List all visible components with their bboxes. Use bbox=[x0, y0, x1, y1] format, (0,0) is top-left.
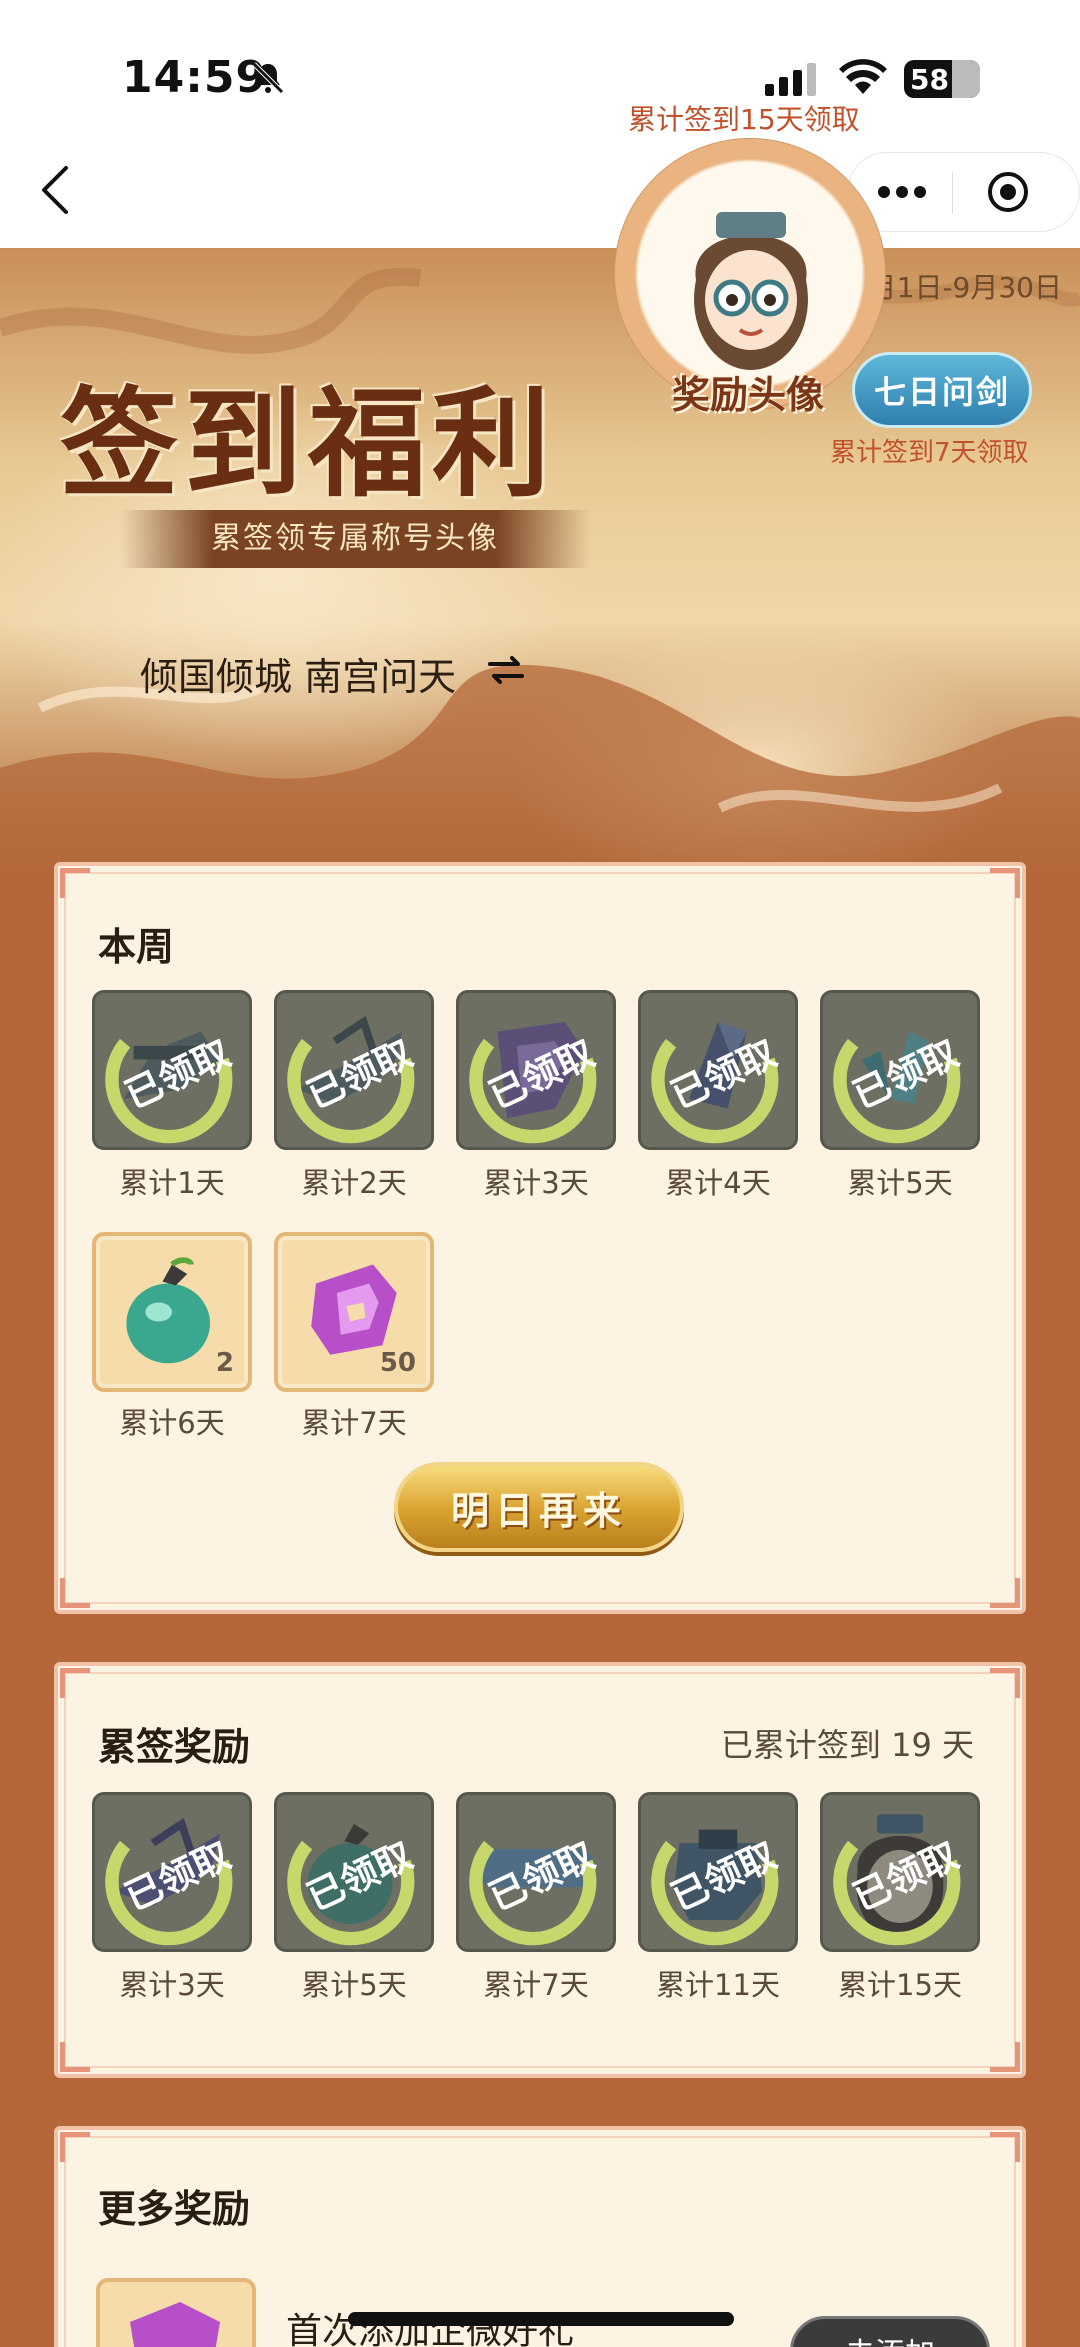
home-indicator bbox=[348, 2312, 734, 2326]
claimed-stamp-icon: 已领取 bbox=[105, 1032, 237, 1144]
tile-label: 累计7天 bbox=[301, 1406, 407, 1440]
tile-label: 累计7天 bbox=[483, 1968, 589, 2002]
avatar-note-bottom: 累计签到7天领取 bbox=[830, 438, 1029, 468]
tile-label: 累计1天 bbox=[119, 1166, 225, 1200]
banner: 本期活动时间：9月1日-9月30日 签到福利 累签领专属称号头像 倾国倾城 南宫… bbox=[0, 248, 1080, 868]
claimed-stamp-icon: 已领取 bbox=[833, 1032, 965, 1144]
capsule-divider bbox=[952, 172, 953, 214]
reward-tile[interactable]: 已领取 bbox=[274, 990, 434, 1150]
reward-tile[interactable]: 已领取 bbox=[456, 1792, 616, 1952]
avatar-label: 奖励头像 bbox=[672, 372, 825, 417]
bell-muted-icon bbox=[252, 62, 284, 94]
reward-tile[interactable]: 已领取 bbox=[92, 990, 252, 1150]
reward-tile[interactable]: 已领取 bbox=[638, 1792, 798, 1952]
swap-icon[interactable] bbox=[488, 656, 524, 684]
tile-label: 累计11天 bbox=[656, 1968, 780, 2002]
quantity-label: 2 bbox=[215, 1348, 234, 1378]
tile-label: 累计4天 bbox=[665, 1166, 771, 1200]
claimed-stamp-icon: 已领取 bbox=[287, 1032, 419, 1144]
tile-label: 累计2天 bbox=[301, 1166, 407, 1200]
tile-label: 累计5天 bbox=[847, 1166, 953, 1200]
purple-gem-icon bbox=[130, 2302, 220, 2347]
avatar-note-top: 累计签到15天领取 bbox=[628, 103, 860, 136]
reward-tile[interactable]: 已领取 bbox=[820, 1792, 980, 1952]
tile-label: 累计5天 bbox=[301, 1968, 407, 2002]
reward-tile[interactable]: 已领取 bbox=[456, 990, 616, 1150]
more-icon[interactable] bbox=[872, 174, 932, 210]
title-badge: 七日问剑 bbox=[852, 352, 1032, 428]
reward-avatar-icon bbox=[694, 212, 808, 370]
claimed-stamp-icon: 已领取 bbox=[105, 1834, 237, 1946]
banner-title: 签到福利 bbox=[60, 374, 557, 513]
more-rewards-title: 更多奖励 bbox=[98, 2187, 251, 2231]
weekly-title: 本周 bbox=[98, 925, 175, 969]
reward-tile[interactable]: 已领取 bbox=[92, 1792, 252, 1952]
come-back-tomorrow-button[interactable]: 明日再来 bbox=[394, 1462, 684, 1552]
tile-label: 累计3天 bbox=[483, 1166, 589, 1200]
claimed-stamp-icon: 已领取 bbox=[469, 1834, 601, 1946]
reward-tile[interactable]: 已领取 bbox=[274, 1792, 434, 1952]
tile-label: 累计3天 bbox=[119, 1968, 225, 2002]
reward-tile[interactable]: 已领取 bbox=[820, 990, 980, 1150]
claimed-stamp-icon: 已领取 bbox=[651, 1032, 783, 1144]
add-wechat-button[interactable]: 去添加 bbox=[790, 2316, 990, 2347]
status-time: 14:59 bbox=[122, 52, 268, 103]
reward-tile[interactable]: 2 bbox=[92, 1232, 252, 1392]
status-bar: 14:59 58 bbox=[0, 0, 1080, 150]
cellular-signal-icon bbox=[765, 63, 816, 96]
claimed-stamp-icon: 已领取 bbox=[287, 1834, 419, 1946]
claimed-stamp-icon: 已领取 bbox=[833, 1834, 965, 1946]
more-reward-tile bbox=[96, 2278, 256, 2347]
reward-tile[interactable]: 已领取 bbox=[638, 990, 798, 1150]
battery-indicator: 58 bbox=[904, 60, 980, 98]
reward-tile[interactable]: 50 bbox=[274, 1232, 434, 1392]
claimed-stamp-icon: 已领取 bbox=[651, 1834, 783, 1946]
claimed-stamp-icon: 已领取 bbox=[469, 1032, 601, 1144]
banner-subtitle: 累签领专属称号头像 bbox=[120, 510, 590, 568]
cumulative-title: 累签奖励 bbox=[98, 1725, 251, 1769]
tile-label: 累计6天 bbox=[119, 1406, 225, 1440]
back-icon[interactable] bbox=[36, 162, 76, 218]
cumulative-summary: 已累计签到 19 天 bbox=[720, 1726, 974, 1764]
tile-label: 累计15天 bbox=[838, 1968, 962, 2002]
wifi-icon bbox=[839, 59, 887, 94]
player-name: 倾国倾城 南宫问天 bbox=[140, 655, 457, 699]
close-target-icon[interactable] bbox=[986, 170, 1030, 214]
quantity-label: 50 bbox=[379, 1348, 416, 1378]
